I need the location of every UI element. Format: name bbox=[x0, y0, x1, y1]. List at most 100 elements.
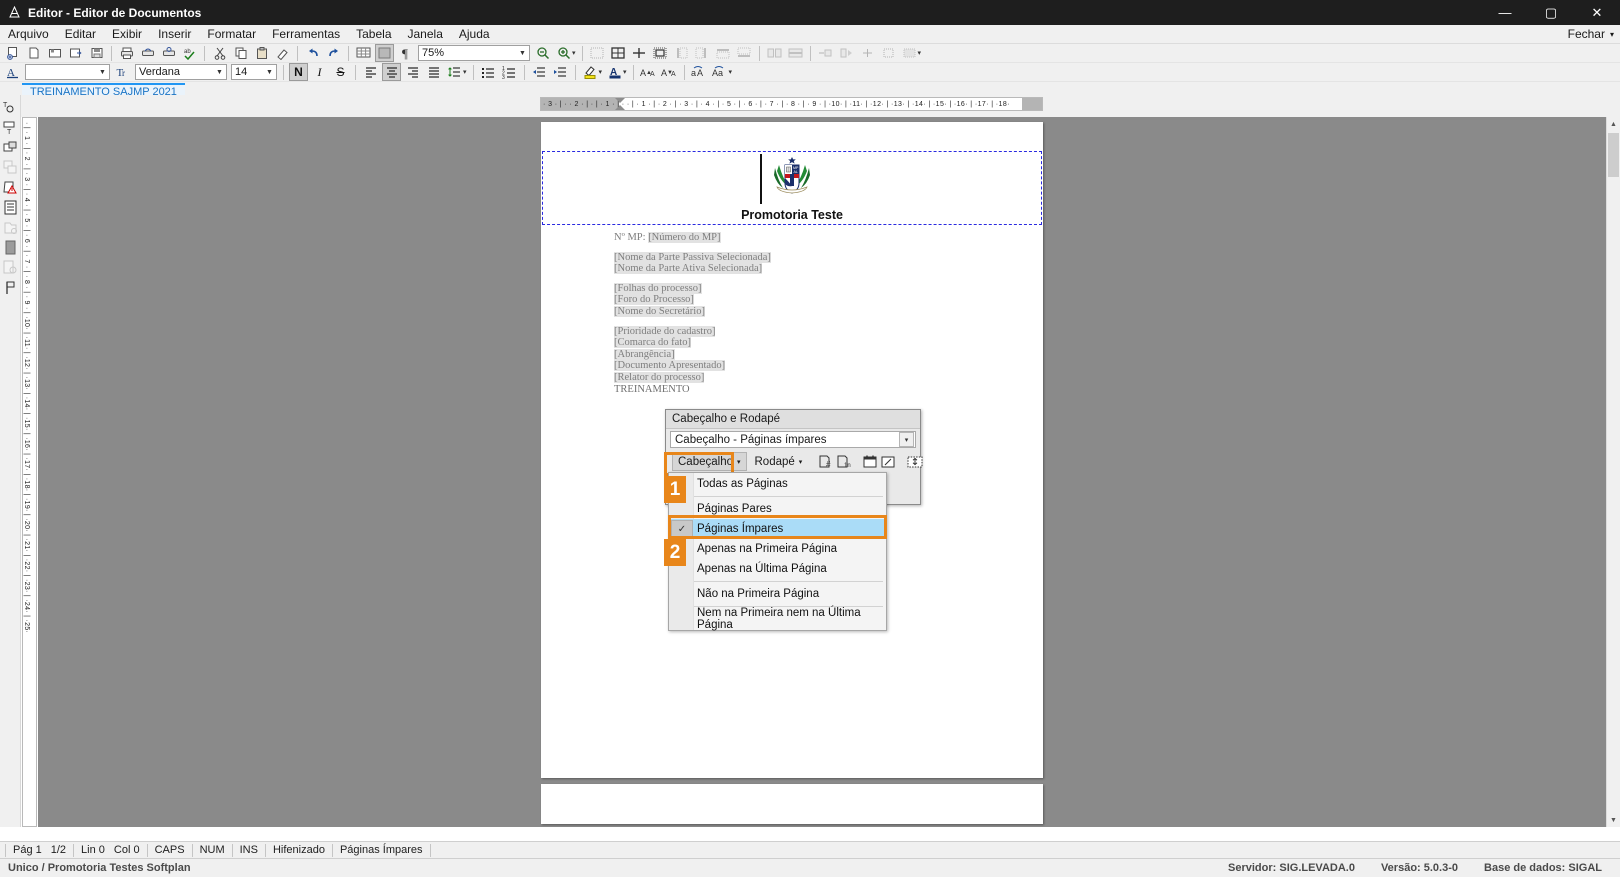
align-left-icon[interactable] bbox=[361, 63, 380, 81]
status-hifenizado[interactable]: Hifenizado bbox=[266, 843, 333, 857]
status-caps[interactable]: CAPS bbox=[148, 843, 193, 857]
horizontal-ruler[interactable]: · 3 · | · · 2 · | · | · 1 · | · · | · 1 … bbox=[540, 97, 1043, 111]
flag-marker-icon[interactable] bbox=[1, 278, 20, 297]
close-document-action[interactable]: Fechar ▾ bbox=[1568, 27, 1614, 41]
format-painter-icon[interactable] bbox=[273, 44, 292, 62]
spellcheck-icon[interactable]: ab bbox=[180, 44, 199, 62]
table-props-icon[interactable] bbox=[858, 44, 877, 62]
menu-ferramentas[interactable]: Ferramentas bbox=[264, 25, 348, 43]
distribute-rows-icon[interactable] bbox=[714, 44, 733, 62]
left-indent-marker[interactable] bbox=[615, 105, 625, 110]
menu-inserir[interactable]: Inserir bbox=[150, 25, 199, 43]
text-direction-icon[interactable] bbox=[837, 44, 856, 62]
new-document-icon[interactable] bbox=[3, 44, 22, 62]
split-column-icon[interactable] bbox=[693, 44, 712, 62]
save-icon[interactable] bbox=[87, 44, 106, 62]
number-list-icon[interactable]: 123 bbox=[500, 63, 519, 81]
menu-formatar[interactable]: Formatar bbox=[199, 25, 264, 43]
page-setup-icon[interactable] bbox=[906, 452, 924, 471]
menu-arquivo[interactable]: Arquivo bbox=[0, 25, 57, 43]
grow-font-icon[interactable]: A ▲ A bbox=[639, 63, 658, 81]
cut-icon[interactable] bbox=[210, 44, 229, 62]
vertical-ruler[interactable]: · | · 1 · | · 2 · | · 3 · | · 4 · | · 5 … bbox=[22, 117, 37, 827]
cabecalho-dropdown-menu[interactable]: Todas as Páginas Páginas Pares ✓ Páginas… bbox=[668, 472, 887, 631]
bullet-list-icon[interactable] bbox=[479, 63, 498, 81]
save-as-icon[interactable] bbox=[45, 44, 64, 62]
seal-stamp-icon[interactable] bbox=[1, 258, 20, 277]
insert-time-icon[interactable] bbox=[880, 452, 896, 471]
cabecalho-dropdown-button[interactable]: Cabeçalho ▾ bbox=[672, 452, 747, 471]
document-body-text[interactable]: Nº MP: [Número do MP] [Nome da Parte Pas… bbox=[614, 232, 1014, 395]
undo-icon[interactable] bbox=[303, 44, 322, 62]
minimize-button[interactable]: — bbox=[1482, 0, 1528, 25]
menu-item-paginas-impares[interactable]: ✓ Páginas Ímpares bbox=[669, 519, 886, 539]
text-style-icon[interactable]: A bbox=[3, 63, 22, 81]
close-button[interactable]: ✕ bbox=[1574, 0, 1620, 25]
chevron-down-icon[interactable]: ▾ bbox=[899, 432, 914, 447]
strikethrough-button[interactable]: S bbox=[331, 63, 350, 81]
chevron-down-icon[interactable]: ▼ bbox=[96, 65, 109, 79]
chevron-down-icon[interactable]: ▾ bbox=[623, 68, 627, 76]
chevron-down-icon[interactable]: ▾ bbox=[599, 68, 603, 76]
page-fill-icon[interactable] bbox=[1, 238, 20, 257]
redo-icon[interactable] bbox=[324, 44, 343, 62]
chevron-down-icon[interactable]: ▼ bbox=[516, 46, 529, 60]
header-region[interactable]: MP AL Promotoria Teste bbox=[542, 151, 1042, 225]
increase-indent-icon[interactable] bbox=[551, 63, 570, 81]
highlight-color-icon[interactable] bbox=[581, 63, 600, 81]
document-page-2[interactable] bbox=[541, 784, 1043, 824]
shading-icon[interactable] bbox=[375, 44, 394, 62]
maximize-button[interactable]: ▢ bbox=[1528, 0, 1574, 25]
rodape-dropdown-button[interactable]: Rodapé ▾ bbox=[748, 452, 809, 471]
decrease-indent-icon[interactable] bbox=[530, 63, 549, 81]
table-shading-icon[interactable] bbox=[900, 44, 919, 62]
merge-cell-icon[interactable] bbox=[651, 44, 670, 62]
paste-icon[interactable] bbox=[252, 44, 271, 62]
copy-icon[interactable] bbox=[231, 44, 250, 62]
column-insert-icon[interactable] bbox=[786, 44, 805, 62]
zoom-out-icon[interactable] bbox=[533, 44, 552, 62]
open-folder-icon[interactable] bbox=[24, 44, 43, 62]
toolbar-overflow-icon[interactable]: ▾ bbox=[729, 68, 733, 76]
cell-merge-down-icon[interactable] bbox=[879, 44, 898, 62]
document-properties-icon[interactable] bbox=[1, 198, 20, 217]
menu-editar[interactable]: Editar bbox=[57, 25, 104, 43]
font-size-combo[interactable]: 14 ▼ bbox=[231, 64, 277, 80]
menu-janela[interactable]: Janela bbox=[400, 25, 451, 43]
bold-button[interactable]: N bbox=[289, 63, 308, 81]
scroll-up-icon[interactable]: ▲ bbox=[1607, 117, 1620, 131]
print-icon[interactable] bbox=[117, 44, 136, 62]
page-number-icon[interactable]: # bbox=[818, 452, 834, 471]
menu-exibir[interactable]: Exibir bbox=[104, 25, 150, 43]
scroll-down-icon[interactable]: ▼ bbox=[1607, 813, 1620, 827]
align-center-icon[interactable] bbox=[382, 63, 401, 81]
menu-item-nem-primeira-nem-ultima[interactable]: Nem na Primeira nem na Última Página bbox=[669, 607, 886, 631]
distribute-cols-icon[interactable] bbox=[735, 44, 754, 62]
menu-item-paginas-pares[interactable]: Páginas Pares bbox=[669, 499, 886, 519]
zoom-combo[interactable]: 75% ▼ bbox=[418, 45, 530, 61]
status-num[interactable]: NUM bbox=[193, 843, 233, 857]
line-spacing-icon[interactable] bbox=[445, 63, 464, 81]
insert-table-icon[interactable] bbox=[588, 44, 607, 62]
change-case-up-icon[interactable]: aA bbox=[690, 63, 709, 81]
chevron-down-icon[interactable]: ▼ bbox=[263, 65, 276, 79]
table-borders-icon[interactable] bbox=[609, 44, 628, 62]
insert-date-icon[interactable] bbox=[862, 452, 878, 471]
font-family-combo[interactable]: Verdana ▼ bbox=[135, 64, 227, 80]
first-line-indent-marker[interactable] bbox=[615, 98, 625, 103]
menu-ajuda[interactable]: Ajuda bbox=[451, 25, 498, 43]
print-preview-icon[interactable] bbox=[138, 44, 157, 62]
folder-frame-icon[interactable] bbox=[1, 218, 20, 237]
vertical-scroll-thumb[interactable] bbox=[1608, 133, 1619, 177]
cell-align-icon[interactable] bbox=[816, 44, 835, 62]
zoom-in-icon[interactable] bbox=[554, 44, 573, 62]
paragraph-marks-icon[interactable]: ¶ bbox=[396, 44, 415, 62]
copy-frame-icon[interactable] bbox=[1, 158, 20, 177]
insert-cell-icon[interactable] bbox=[630, 44, 649, 62]
row-insert-icon[interactable] bbox=[765, 44, 784, 62]
toolbar-overflow-icon[interactable]: ▾ bbox=[572, 49, 576, 57]
menu-tabela[interactable]: Tabela bbox=[348, 25, 399, 43]
chevron-down-icon[interactable]: ▼ bbox=[213, 65, 226, 79]
italic-button[interactable]: I bbox=[310, 63, 329, 81]
page-count-icon[interactable]: 1n bbox=[836, 452, 852, 471]
